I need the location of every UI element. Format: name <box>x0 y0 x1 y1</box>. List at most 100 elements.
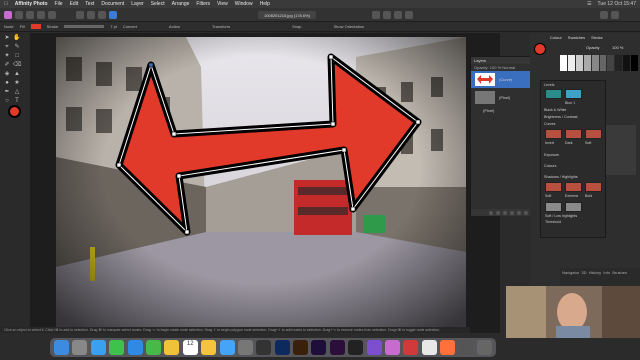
photo-persona-icon[interactable] <box>4 10 12 19</box>
adj-thumb[interactable] <box>585 129 602 139</box>
flood-select-icon[interactable]: ✦ <box>3 53 11 60</box>
clock[interactable]: Tue 12 Oct 15:47 <box>598 1 636 7</box>
adj-levels-label[interactable]: Levels <box>544 83 554 87</box>
trash-icon[interactable] <box>524 210 528 215</box>
adj-thumb[interactable] <box>545 182 562 192</box>
illustrator-icon[interactable] <box>293 340 309 355</box>
selection-brush-icon[interactable]: ✎ <box>13 44 21 51</box>
add-layer-icon[interactable] <box>517 210 521 215</box>
menu-arrange[interactable]: Arrange <box>172 1 190 7</box>
primary-colour-swatch[interactable] <box>8 105 21 118</box>
develop-persona-icon[interactable] <box>26 10 34 19</box>
tab-3d[interactable]: 3D <box>581 270 586 275</box>
tab-swatches[interactable]: Swatches <box>568 35 585 40</box>
tab-stroke[interactable]: Stroke <box>591 35 603 40</box>
dreamweaver-icon[interactable] <box>329 340 345 355</box>
menu-layer[interactable]: Layer <box>131 1 144 7</box>
adjustment-icon[interactable] <box>496 210 500 215</box>
document-photo[interactable] <box>56 37 466 332</box>
photoshop-icon[interactable] <box>274 340 290 355</box>
shape-tool-icon[interactable]: ○ <box>3 98 11 105</box>
liquify-persona-icon[interactable] <box>15 10 23 19</box>
launchpad-icon[interactable] <box>72 340 88 355</box>
swatch-grid[interactable] <box>560 55 638 71</box>
menu-filters[interactable]: Filters <box>196 1 210 7</box>
text-tool-icon[interactable]: T <box>13 98 21 105</box>
finder-icon[interactable] <box>54 340 69 355</box>
snap-icon[interactable] <box>87 10 95 19</box>
view-tool-icon[interactable]: ✋ <box>13 35 21 42</box>
affinity-designer-icon[interactable] <box>366 340 382 355</box>
firefox-icon[interactable] <box>440 340 456 355</box>
affinity-publisher-icon[interactable] <box>403 340 419 355</box>
adj-thumb[interactable] <box>565 182 582 192</box>
pen-tool-icon[interactable]: ✒ <box>3 89 11 96</box>
crop-tool-icon[interactable]: ⌖ <box>3 44 11 51</box>
tab-navigator[interactable]: Navigator <box>562 270 579 275</box>
tab-info[interactable]: Info <box>603 270 610 275</box>
wifi-icon[interactable]: ☰ <box>587 1 591 7</box>
photos-icon[interactable] <box>164 340 180 355</box>
menu-select[interactable]: Select <box>151 1 165 7</box>
affinity-photo-icon[interactable] <box>385 340 401 355</box>
camera-icon[interactable] <box>256 340 272 355</box>
menu-view[interactable]: View <box>217 1 228 7</box>
quickmask-icon[interactable] <box>98 10 106 19</box>
account-icon[interactable] <box>611 11 619 19</box>
tonemap-persona-icon[interactable] <box>37 10 45 19</box>
adj-thumb[interactable] <box>585 182 602 192</box>
safari-icon[interactable] <box>90 340 106 355</box>
selection-icon[interactable] <box>383 11 391 19</box>
fx-icon[interactable] <box>503 210 507 215</box>
erase-brush-icon[interactable]: ⌫ <box>13 62 21 69</box>
adj-colours-label[interactable]: Colours <box>544 164 556 168</box>
assistant-icon[interactable] <box>600 11 608 19</box>
adj-curves-label[interactable]: Curves <box>544 122 555 126</box>
adj-thumb[interactable] <box>565 202 582 212</box>
adj-thumb[interactable] <box>565 129 582 139</box>
fill-tool-icon[interactable]: ◈ <box>3 71 11 78</box>
menu-text[interactable]: Text <box>85 1 94 7</box>
export-persona-icon[interactable] <box>48 10 56 19</box>
show-orientation-checkbox[interactable]: Show Orientation <box>333 24 364 29</box>
dodge-tool-icon[interactable]: ● <box>3 80 11 87</box>
maps-icon[interactable] <box>145 340 161 355</box>
messages-icon[interactable] <box>109 340 125 355</box>
spiral-app-icon[interactable] <box>421 340 437 355</box>
adj-thumb[interactable] <box>545 202 562 212</box>
adj-brightness-label[interactable]: Brightness / Contrast <box>544 115 578 119</box>
stroke-width-value[interactable]: 7 pt <box>110 24 117 29</box>
mail-icon[interactable] <box>127 340 143 355</box>
app-name-menu[interactable]: Affinity Photo <box>15 1 48 7</box>
layers-opacity-value[interactable]: 100 % <box>490 65 501 70</box>
adj-thumb[interactable] <box>545 129 562 139</box>
notes-icon[interactable] <box>201 340 217 355</box>
premiere-icon[interactable] <box>311 340 327 355</box>
insert-target-icon[interactable] <box>372 11 380 19</box>
camera-raw-icon[interactable] <box>348 340 364 355</box>
adj-thumb[interactable] <box>545 89 562 99</box>
adj-threshold-label[interactable]: Threshold <box>545 220 561 224</box>
layer-icon[interactable] <box>109 10 117 19</box>
paint-brush-icon[interactable]: ✐ <box>3 62 11 69</box>
adj-exposure-label[interactable]: Exposure <box>544 153 559 157</box>
layers-blend-mode[interactable]: Normal <box>502 65 515 70</box>
menu-edit[interactable]: Edit <box>70 1 79 7</box>
tab-brushes[interactable]: Brushes <box>612 270 627 275</box>
mask-icon[interactable] <box>489 210 493 215</box>
fill-swatch[interactable] <box>30 24 41 29</box>
tab-history[interactable]: History <box>589 270 601 275</box>
downloads-icon[interactable] <box>458 340 474 355</box>
calendar-icon[interactable]: 12 <box>182 340 198 355</box>
grid-icon[interactable] <box>76 10 84 19</box>
menu-help[interactable]: Help <box>260 1 270 7</box>
menu-file[interactable]: File <box>55 1 63 7</box>
gradient-tool-icon[interactable]: ▲ <box>13 71 21 78</box>
menu-window[interactable]: Window <box>235 1 253 7</box>
marquee-tool-icon[interactable]: □ <box>13 53 21 60</box>
adj-thumb[interactable] <box>565 89 582 99</box>
adj-bw-label[interactable]: Black & White <box>544 108 566 112</box>
stroke-width-slider[interactable] <box>64 25 105 28</box>
tab-colour[interactable]: Colour <box>550 35 562 40</box>
colour-well[interactable] <box>534 43 546 55</box>
